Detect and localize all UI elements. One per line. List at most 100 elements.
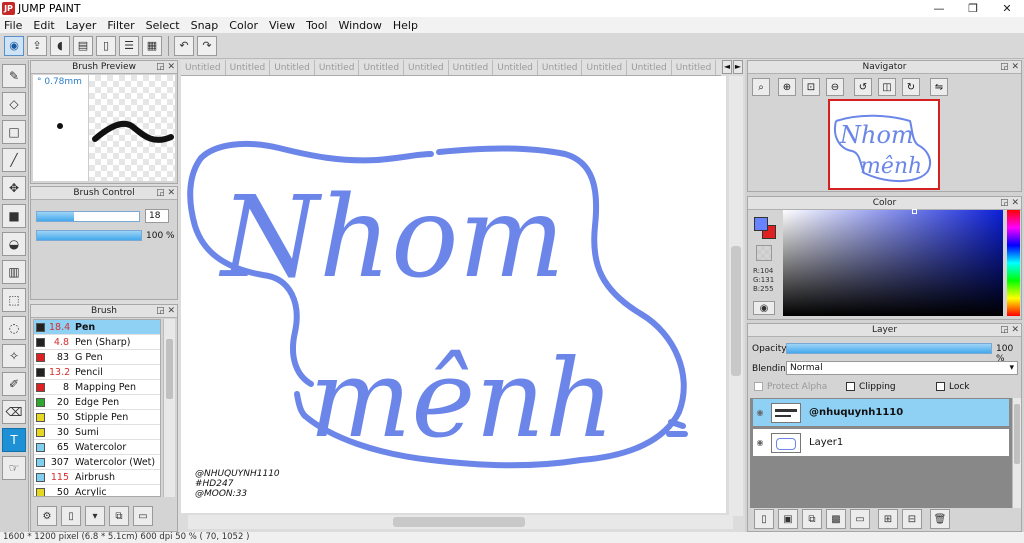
layer-opacity-slider[interactable] <box>786 343 992 354</box>
lock-option[interactable]: Lock <box>936 382 970 392</box>
brush-settings-button[interactable]: ⚙ <box>37 506 57 526</box>
brush-item[interactable]: 83 G Pen <box>34 350 160 365</box>
document-tab[interactable]: Untitled <box>672 60 717 75</box>
brush-item[interactable]: 50 Stipple Pen <box>34 410 160 425</box>
grid-button[interactable]: ▦ <box>142 35 162 56</box>
document-tab[interactable]: Untitled <box>315 60 360 75</box>
new-layer-button[interactable]: ▯ <box>754 509 774 529</box>
hand-tool-button[interactable]: ☞ <box>2 456 26 480</box>
rotate-left-button[interactable]: ↺ <box>854 78 872 96</box>
new-brush-button[interactable]: ▯ <box>61 506 81 526</box>
eyedropper-button[interactable]: ◉ <box>753 301 775 315</box>
menu-file[interactable]: File <box>4 19 22 32</box>
blending-select[interactable]: Normal ▾ <box>786 361 1018 375</box>
undo-button[interactable]: ↶ <box>174 35 194 56</box>
brush-size-slider[interactable] <box>36 211 140 222</box>
document-tab[interactable]: Untitled <box>538 60 583 75</box>
redo-button[interactable]: ↷ <box>197 35 217 56</box>
panel-float-close-icon[interactable]: ◲ ✕ <box>156 305 175 318</box>
document-tab[interactable]: Untitled <box>226 60 271 75</box>
brush-item[interactable]: 65 Watercolor <box>34 440 160 455</box>
close-button[interactable]: ✕ <box>990 0 1024 17</box>
brush-item[interactable]: 50 Acrylic <box>34 485 160 496</box>
brush-folder-button[interactable]: ▭ <box>133 506 153 526</box>
transparent-color-swatch[interactable] <box>756 245 772 261</box>
page-list-button[interactable]: ☰ <box>119 35 139 56</box>
panel-float-close-icon[interactable]: ◲ ✕ <box>1000 324 1019 337</box>
protect-alpha-checkbox[interactable] <box>754 382 763 391</box>
maximize-button[interactable]: ❐ <box>956 0 990 17</box>
copy-layer-button[interactable]: ⧉ <box>802 509 822 529</box>
menu-color[interactable]: Color <box>229 19 258 32</box>
document-tab[interactable]: Untitled <box>627 60 672 75</box>
panel-float-close-icon[interactable]: ◲ ✕ <box>156 187 175 200</box>
brush-mode-button[interactable]: ◉ <box>4 35 24 56</box>
clipping-option[interactable]: Clipping <box>846 382 896 392</box>
rotate-right-button[interactable]: ↻ <box>902 78 920 96</box>
hue-slider[interactable] <box>1007 210 1020 316</box>
brush-menu-button[interactable]: ▾ <box>85 506 105 526</box>
document-tab[interactable]: Untitled <box>404 60 449 75</box>
brush-item[interactable]: 8 Mapping Pen <box>34 380 160 395</box>
menu-tool[interactable]: Tool <box>306 19 327 32</box>
menu-view[interactable]: View <box>269 19 295 32</box>
menu-select[interactable]: Select <box>146 19 180 32</box>
document-tab[interactable]: Untitled <box>270 60 315 75</box>
brush-item[interactable]: 4.8 Pen (Sharp) <box>34 335 160 350</box>
panel-float-close-icon[interactable]: ◲ ✕ <box>156 61 175 74</box>
brush-item[interactable]: 115 Airbrush <box>34 470 160 485</box>
foreground-color-swatch[interactable] <box>754 217 768 231</box>
layer-row[interactable]: ◉ Layer1 <box>752 428 1010 457</box>
speech-bubble-button[interactable]: ◖ <box>50 35 70 56</box>
brush-item[interactable]: 20 Edge Pen <box>34 395 160 410</box>
fit-to-screen-button[interactable]: ⊡ <box>802 78 820 96</box>
rect-select-button[interactable]: □ <box>2 120 26 144</box>
minimize-button[interactable]: — <box>922 0 956 17</box>
brush-item[interactable]: 307 Watercolor (Wet) <box>34 455 160 470</box>
canvas-horizontal-scrollbar[interactable] <box>188 515 733 529</box>
eraser-tool-button[interactable]: ◇ <box>2 92 26 116</box>
menu-filter[interactable]: Filter <box>107 19 134 32</box>
zoom-in-button[interactable]: ⊕ <box>778 78 796 96</box>
tab-next-button[interactable]: ► <box>733 60 743 74</box>
menu-window[interactable]: Window <box>339 19 382 32</box>
gradient-tool-button[interactable]: ▥ <box>2 260 26 284</box>
text-tool-button[interactable]: T <box>2 428 26 452</box>
delete-layer-button[interactable]: 🗑 <box>930 509 950 529</box>
menu-layer[interactable]: Layer <box>66 19 97 32</box>
menu-edit[interactable]: Edit <box>33 19 54 32</box>
drawing-canvas[interactable]: Nhom mênh @NHUQUYNH1110 #HD247 @MOON:33 <box>181 76 726 513</box>
document-tab[interactable]: Untitled <box>716 60 721 75</box>
lock-checkbox[interactable] <box>936 382 945 391</box>
new-layer-type-button[interactable]: ▣ <box>778 509 798 529</box>
document-tab[interactable]: Untitled <box>359 60 405 75</box>
magic-wand-button[interactable]: ✧ <box>2 344 26 368</box>
layer-folder-button[interactable]: ▭ <box>850 509 870 529</box>
export-button[interactable]: ⇪ <box>27 35 47 56</box>
brush-size-field[interactable]: 18 <box>145 209 169 223</box>
tone-layer-button[interactable]: ▩ <box>826 509 846 529</box>
merge-layer-button[interactable]: ⊞ <box>878 509 898 529</box>
brush-item[interactable]: 18.4 Pen <box>34 320 160 335</box>
layer-list-scrollbar[interactable] <box>1012 398 1021 508</box>
brush-list-scrollbar[interactable] <box>163 319 175 497</box>
marquee-select-button[interactable]: ⬚ <box>2 288 26 312</box>
page-button[interactable]: ▯ <box>96 35 116 56</box>
bucket-tool-button[interactable]: ◒ <box>2 232 26 256</box>
pen-tool-button[interactable]: ✎ <box>2 64 26 88</box>
navigator-thumbnail[interactable]: Nhom mênh <box>828 99 940 190</box>
lasso-select-button[interactable]: ◌ <box>2 316 26 340</box>
layer-visibility-icon[interactable]: ◉ <box>753 408 767 417</box>
menu-help[interactable]: Help <box>393 19 418 32</box>
protect-alpha-option[interactable]: Protect Alpha <box>754 382 827 392</box>
select-eraser-button[interactable]: ⌫ <box>2 400 26 424</box>
select-pen-button[interactable]: ✐ <box>2 372 26 396</box>
brush-item[interactable]: 13.2 Pencil <box>34 365 160 380</box>
layer-visibility-icon[interactable]: ◉ <box>753 438 767 447</box>
color-saturation-plane[interactable] <box>783 210 1003 316</box>
zoom-out-button[interactable]: ⊖ <box>826 78 844 96</box>
scroll-thumb[interactable] <box>393 517 525 527</box>
layer-settings-button[interactable]: ⊟ <box>902 509 922 529</box>
scroll-thumb[interactable] <box>731 246 741 376</box>
flip-button[interactable]: ⇋ <box>930 78 948 96</box>
